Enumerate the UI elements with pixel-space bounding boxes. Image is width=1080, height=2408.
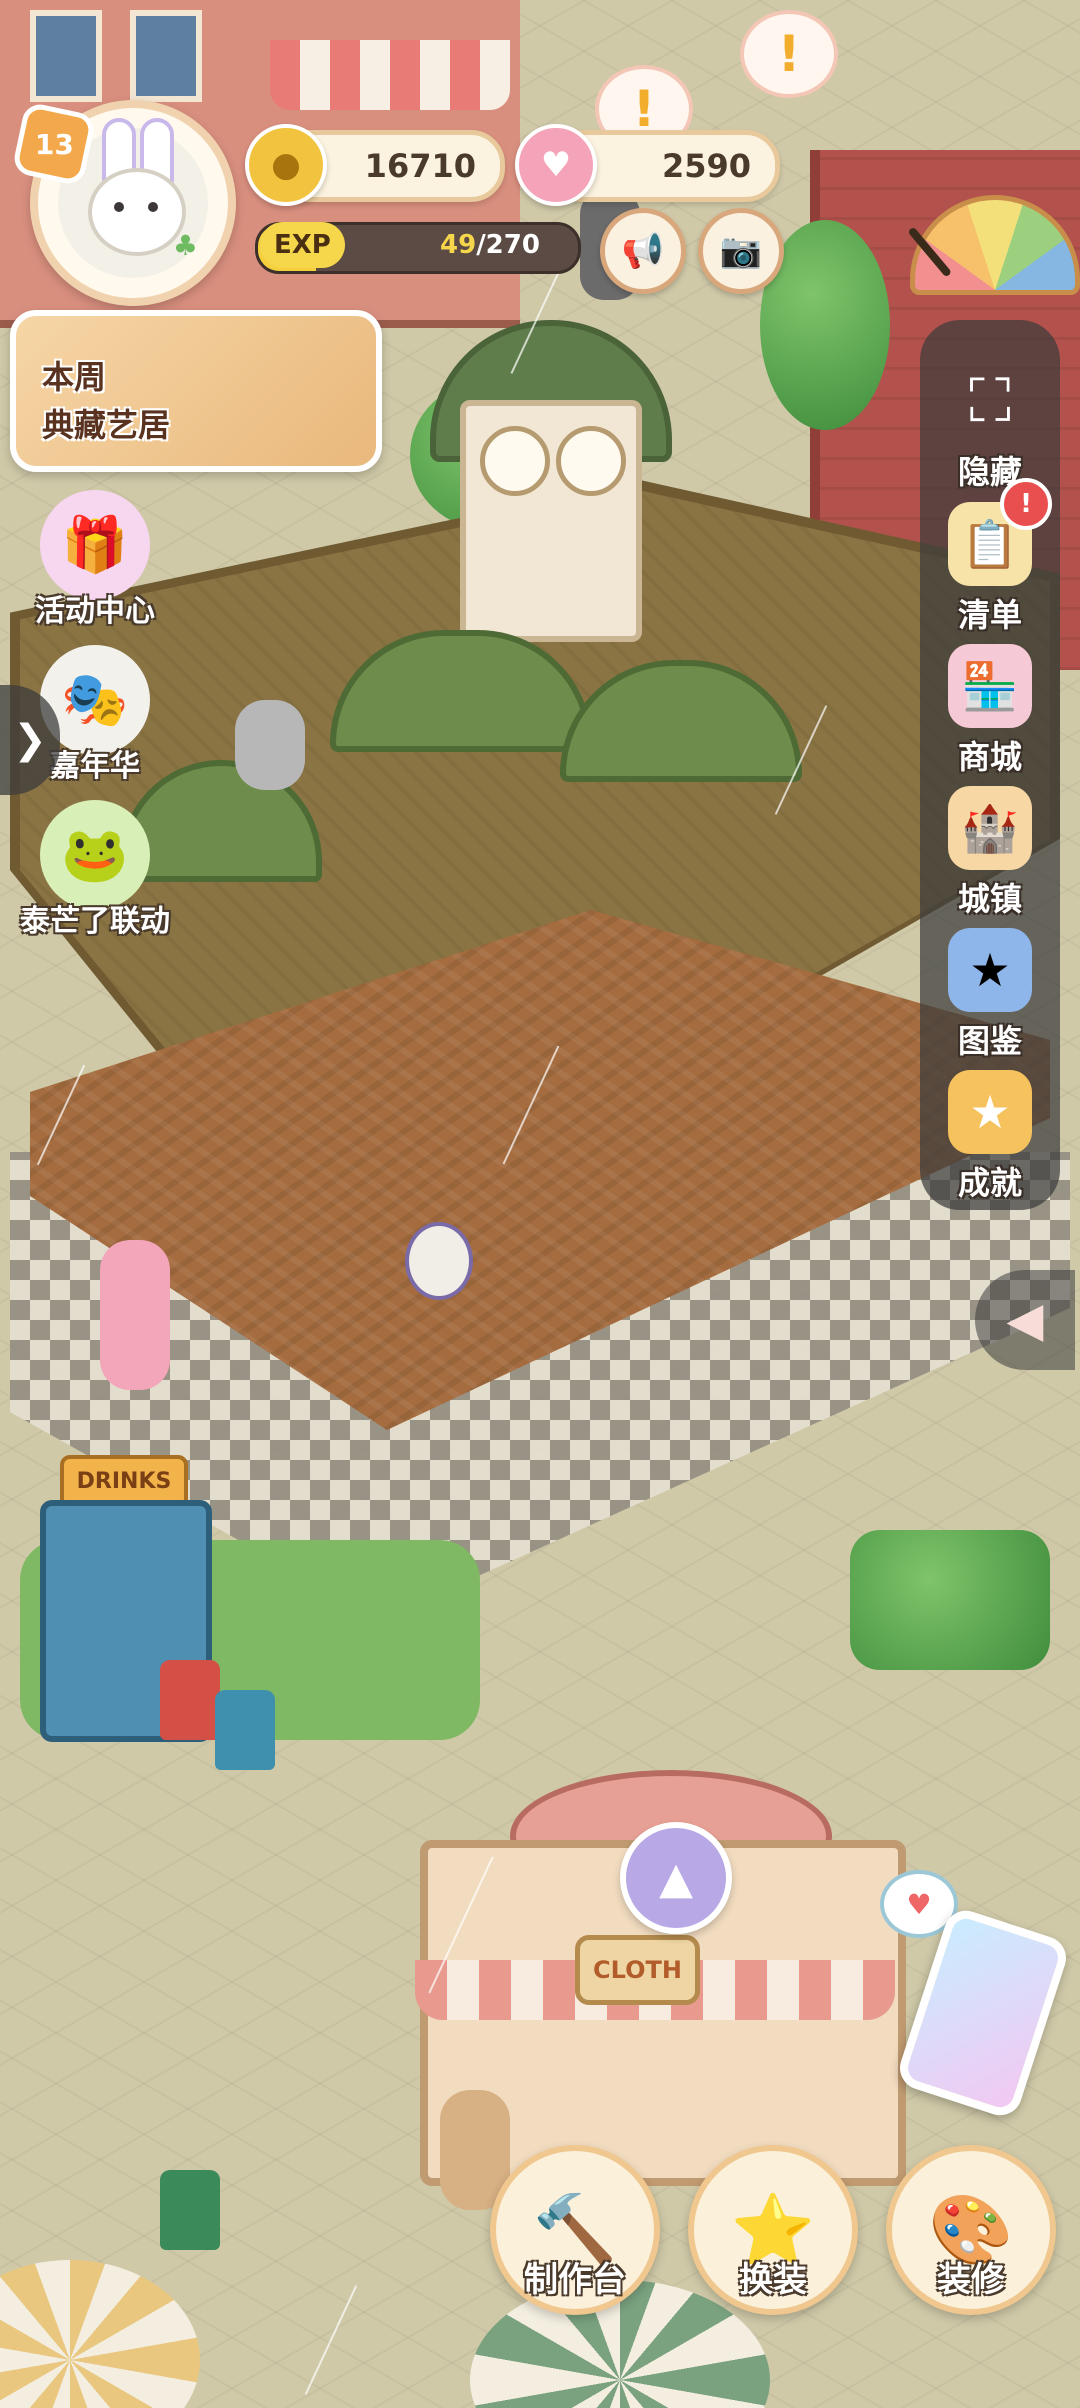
heart-gem-icon: ♥	[515, 124, 597, 206]
shop-icon: 🏪	[948, 644, 1032, 728]
menu-item-collection[interactable]: ★ 图鉴	[920, 924, 1060, 1064]
hedge	[850, 1530, 1050, 1670]
camera-icon[interactable]: 📷	[698, 208, 784, 294]
menu-item-label: 城镇	[957, 880, 1022, 918]
chevron-left-icon[interactable]: ◀	[975, 1270, 1075, 1370]
menu-item-label: 成就	[957, 1164, 1022, 1202]
npc-character[interactable]	[100, 1240, 170, 1390]
clock-face	[480, 426, 550, 496]
star-badge-icon: ★	[948, 1070, 1032, 1154]
book-star-icon: ★	[948, 928, 1032, 1012]
sidebar-item-label: 泰芒了联动	[20, 904, 170, 939]
trash-bin	[215, 1690, 275, 1770]
level-value: 13	[34, 127, 74, 161]
workbench-label: 制作台	[524, 2260, 626, 2300]
coin-value: 16710	[364, 147, 476, 185]
bunny-character[interactable]	[405, 1222, 473, 1300]
npc-character[interactable]	[235, 700, 305, 790]
exp-current: 49	[440, 230, 477, 260]
menu-item-hide[interactable]: ⛶ 隐藏	[920, 355, 1060, 495]
exclamation-bubble-icon[interactable]: !	[740, 10, 838, 98]
exp-max: /270	[476, 230, 540, 260]
sidebar-item-collab[interactable]: 🐸 泰芒了联动	[10, 800, 180, 950]
sidebar-item-label: 活动中心	[35, 594, 155, 629]
decorate-label: 装修	[937, 2260, 1005, 2300]
megaphone-icon[interactable]: 📢	[600, 208, 686, 294]
weekly-banner-line2: 典藏艺居	[42, 406, 171, 444]
menu-item-shop[interactable]: 🏪 商城	[920, 640, 1060, 780]
clover-icon: ♣	[172, 229, 198, 262]
menu-item-label: 清单	[957, 596, 1022, 634]
trash-bin	[160, 1660, 220, 1740]
dress-icon[interactable]: ▲	[620, 1822, 732, 1934]
workbench-button[interactable]: 🔨 制作台	[490, 2145, 660, 2315]
fullscreen-brackets-icon: ⛶	[969, 366, 1011, 436]
menu-item-label: 图鉴	[957, 1022, 1022, 1060]
window	[130, 10, 202, 102]
bunny-coin-icon: ●	[245, 124, 327, 206]
sidebar-item-event-center[interactable]: 🎁 活动中心	[10, 490, 180, 640]
frog-crown-icon: 🐸	[40, 800, 150, 910]
weekly-banner[interactable]: 本周 典藏艺居	[10, 310, 382, 472]
shop-awning-top	[270, 40, 510, 110]
gift-box-icon: 🎁	[40, 490, 150, 600]
menu-item-achievements[interactable]: ★ 成就	[920, 1066, 1060, 1206]
window	[30, 10, 102, 102]
decorate-button[interactable]: 🎨 装修	[886, 2145, 1056, 2315]
trash-bin	[160, 2170, 220, 2250]
menu-item-label: 商城	[957, 738, 1022, 776]
clock-face	[556, 426, 626, 496]
exp-label: EXP	[260, 222, 345, 268]
heart-value: 2590	[661, 147, 751, 185]
castle-icon: 🏰	[948, 786, 1032, 870]
weekly-banner-line1: 本周	[42, 358, 107, 396]
clocktower[interactable]	[460, 400, 642, 642]
outfit-button[interactable]: ⭐ 换装	[688, 2145, 858, 2315]
cloth-shop-sign: CLOTH	[575, 1935, 700, 2005]
alert-badge: !	[1000, 478, 1052, 530]
menu-item-town[interactable]: 🏰 城镇	[920, 782, 1060, 922]
outfit-label: 换装	[739, 2260, 807, 2300]
exp-value: 49/270	[440, 222, 540, 268]
bunny-head	[88, 168, 186, 256]
